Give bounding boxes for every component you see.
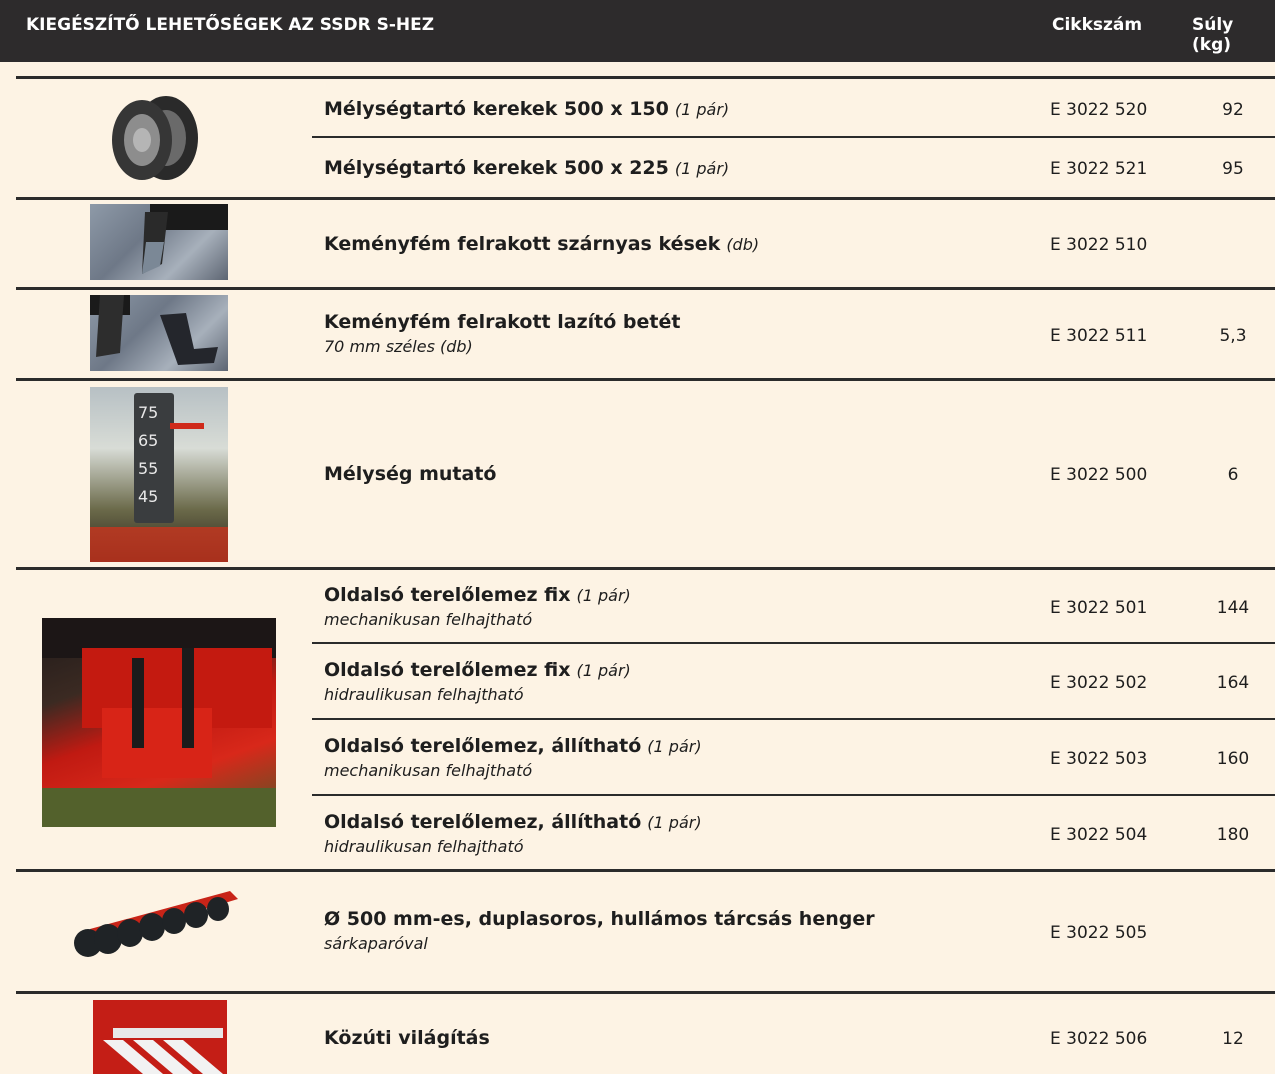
item-weight: 6 (1227, 465, 1239, 485)
winged-blades-image (90, 204, 228, 280)
item-name: Mélységtartó kerekek 500 x 225 (324, 157, 669, 179)
item-weight: 164 (1216, 673, 1250, 693)
item-code: E 3022 503 (1050, 749, 1148, 769)
row-divider (312, 136, 1275, 138)
table-header: KIEGÉSZÍTŐ LEHETŐSÉGEK AZ SSDR S-HEZ Cik… (0, 0, 1275, 62)
item-weight: 144 (1216, 598, 1250, 618)
item-weight: 160 (1216, 749, 1250, 769)
item-name: Keményfém felrakott szárnyas kések (324, 233, 721, 255)
depth-gauge-image: 75 65 55 45 (90, 387, 228, 562)
disc-roller-image (70, 885, 242, 973)
item-code: E 3022 502 (1050, 673, 1148, 693)
item-quantity: (1 pár) (647, 813, 702, 832)
row-divider (16, 197, 1275, 200)
row-divider (16, 378, 1275, 381)
column-header-weight: Súly (kg) (1192, 15, 1234, 55)
item-code: E 3022 510 (1050, 235, 1148, 255)
row-divider (16, 567, 1275, 570)
loosening-insert-image (90, 295, 228, 371)
item-name: Oldalsó terelőlemez, állítható (324, 735, 642, 757)
row-divider (312, 718, 1275, 720)
item-quantity: (1 pár) (647, 737, 702, 756)
gauge-number: 75 (138, 403, 159, 422)
row-divider (16, 287, 1275, 290)
item-code: E 3022 505 (1050, 923, 1148, 943)
item-weight: 95 (1222, 159, 1244, 179)
column-header-code: Cikkszám (1052, 15, 1143, 35)
table-title: KIEGÉSZÍTŐ LEHETŐSÉGEK AZ SSDR S-HEZ (26, 15, 435, 35)
row-divider (16, 991, 1275, 994)
item-name: Oldalsó terelőlemez fix (324, 659, 571, 681)
item-quantity: (1 pár) (576, 586, 631, 605)
item-code: E 3022 500 (1050, 465, 1148, 485)
row-divider (312, 794, 1275, 796)
depth-wheels-image (108, 94, 202, 182)
row-divider (16, 76, 1275, 79)
item-quantity: (1 pár) (674, 100, 730, 119)
gauge-number: 55 (138, 459, 159, 478)
item-weight: 180 (1216, 825, 1250, 845)
item-code: E 3022 521 (1050, 159, 1148, 179)
item-code: E 3022 520 (1050, 100, 1148, 120)
item-quantity: (1 pár) (674, 159, 730, 178)
row-divider (312, 642, 1275, 644)
item-code: E 3022 506 (1050, 1029, 1148, 1049)
item-code: E 3022 511 (1050, 326, 1148, 346)
item-weight: 5,3 (1219, 326, 1247, 346)
gauge-number: 65 (138, 431, 159, 450)
item-name: Oldalsó terelőlemez, állítható (324, 811, 642, 833)
row-divider (16, 869, 1275, 872)
item-name: Mélységtartó kerekek 500 x 150 (324, 98, 669, 120)
item-code: E 3022 504 (1050, 825, 1148, 845)
road-lighting-image (93, 1000, 227, 1074)
item-weight: 92 (1222, 100, 1244, 120)
side-deflector-image (42, 618, 276, 827)
item-quantity: (1 pár) (576, 661, 631, 680)
item-code: E 3022 501 (1050, 598, 1148, 618)
item-name: Oldalsó terelőlemez fix (324, 584, 571, 606)
item-weight: 12 (1222, 1029, 1244, 1049)
item-quantity: (db) (726, 235, 760, 254)
gauge-number: 45 (138, 487, 159, 506)
